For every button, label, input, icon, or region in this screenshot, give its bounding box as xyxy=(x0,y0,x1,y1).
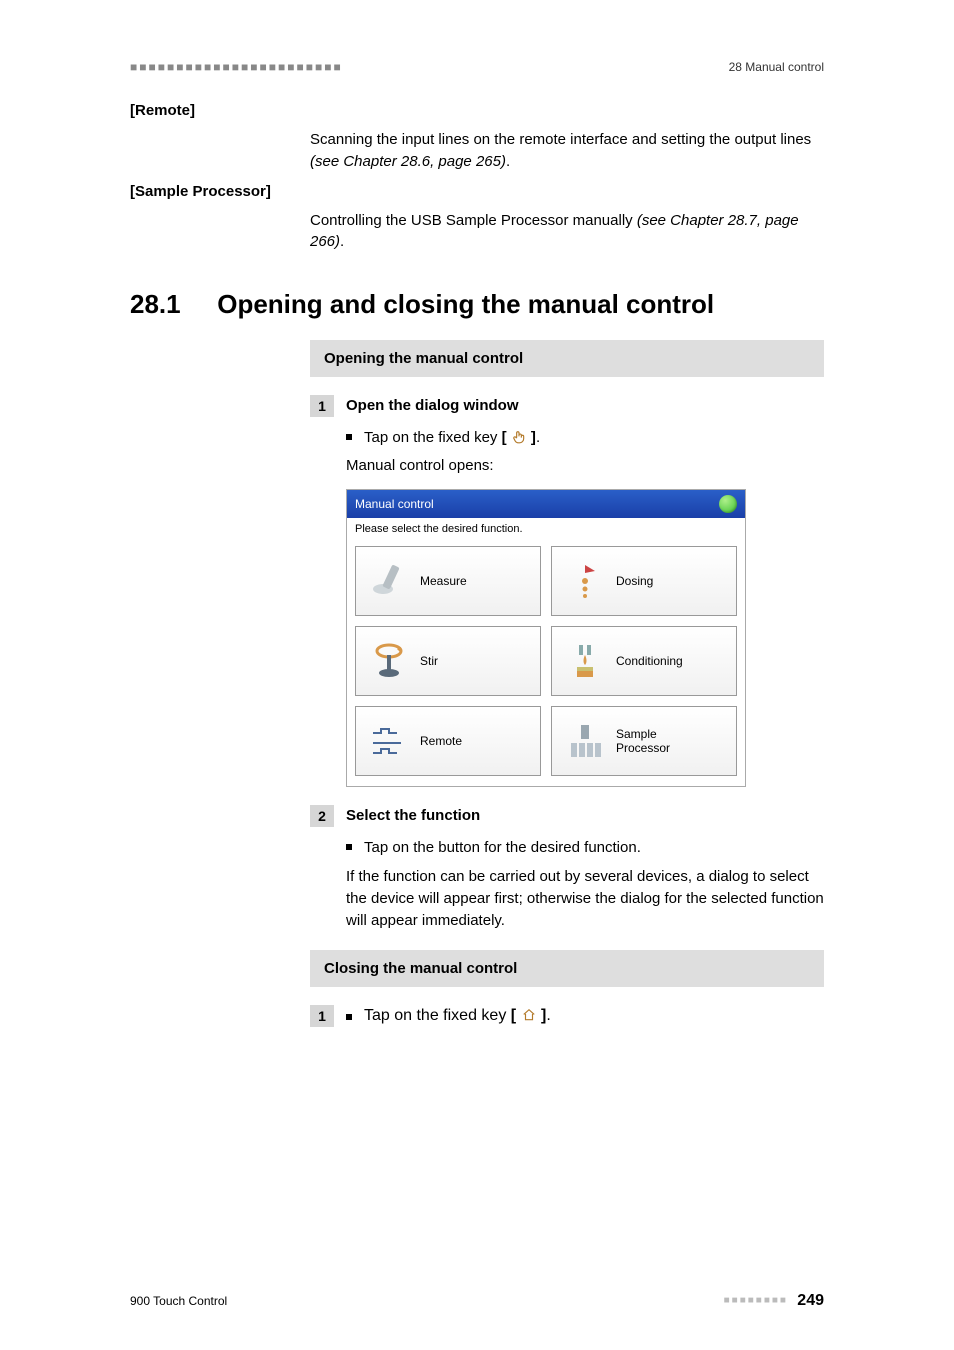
screenshot-hint: Please select the desired function. xyxy=(347,518,745,540)
footer-decor: ■■■■■■■■ xyxy=(724,1295,788,1306)
sample-processor-icon xyxy=(564,720,606,762)
definition-sample-processor: [Sample Processor] xyxy=(130,183,824,200)
bullet-icon xyxy=(346,434,352,440)
step-2-badge: 2 xyxy=(310,805,334,827)
definition-body-remote-text: Scanning the input lines on the remote i… xyxy=(310,129,824,173)
tile-stir[interactable]: Stir xyxy=(355,626,541,696)
step-2-after-text: If the function can be carried out by se… xyxy=(346,866,824,931)
header-chapter: 28 Manual control xyxy=(729,60,824,74)
stir-icon xyxy=(368,640,410,682)
tile-remote[interactable]: Remote xyxy=(355,706,541,776)
step-2-bullet: Tap on the button for the desired functi… xyxy=(346,837,824,859)
step-1-title: Open the dialog window xyxy=(346,397,519,414)
tile-measure-label: Measure xyxy=(420,574,467,588)
tile-dosing[interactable]: Dosing xyxy=(551,546,737,616)
step-1-badge: 1 xyxy=(310,395,334,417)
definition-term-sample-processor: [Sample Processor] xyxy=(130,183,310,200)
tile-remote-label: Remote xyxy=(420,734,462,748)
screenshot-titlebar: Manual control xyxy=(347,490,745,518)
step-1: 1 Open the dialog window Tap on the fixe… xyxy=(310,395,824,787)
tile-measure[interactable]: Measure xyxy=(355,546,541,616)
measure-icon xyxy=(368,560,410,602)
step-3-badge: 1 xyxy=(310,1005,334,1027)
home-icon xyxy=(521,1008,537,1022)
definition-remote: [Remote] xyxy=(130,102,824,119)
step-3: 1 Tap on the fixed key [ ]. xyxy=(310,1005,824,1031)
definition-term-remote: [Remote] xyxy=(130,102,310,119)
help-icon[interactable] xyxy=(719,495,737,513)
tile-stir-label: Stir xyxy=(420,654,438,668)
bullet-icon xyxy=(346,844,352,850)
bullet-icon xyxy=(346,1014,352,1020)
definition-remote-body-row: Scanning the input lines on the remote i… xyxy=(130,129,824,173)
definition-sample-processor-body-row: Controlling the USB Sample Processor man… xyxy=(130,210,824,254)
step-1-bullet: Tap on the fixed key [ ]. xyxy=(346,427,824,449)
screenshot-title: Manual control xyxy=(355,497,434,511)
tile-conditioning-label: Conditioning xyxy=(616,654,683,668)
tile-conditioning[interactable]: Conditioning xyxy=(551,626,737,696)
header-decor: ■■■■■■■■■■■■■■■■■■■■■■■ xyxy=(130,60,343,74)
tile-sample-processor-label: Sample Processor xyxy=(616,727,670,755)
remote-icon xyxy=(368,720,410,762)
page-footer: 900 Touch Control ■■■■■■■■ 249 xyxy=(130,1292,824,1310)
step-1-after-text: Manual control opens: xyxy=(346,455,824,477)
section-band-closing: Closing the manual control xyxy=(310,950,824,987)
manual-control-screenshot: Manual control Please select the desired… xyxy=(346,489,746,787)
page-number: 249 xyxy=(797,1292,824,1309)
hand-icon xyxy=(511,429,527,443)
tile-sample-processor[interactable]: Sample Processor xyxy=(551,706,737,776)
chapter-number: 28.1 xyxy=(130,289,210,320)
page-header: ■■■■■■■■■■■■■■■■■■■■■■■ 28 Manual contro… xyxy=(130,60,824,78)
definition-body-sample-processor-text: Controlling the USB Sample Processor man… xyxy=(310,210,824,254)
definition-body-remote xyxy=(310,102,824,119)
conditioning-icon xyxy=(564,640,606,682)
step-3-bullet: Tap on the fixed key [ ]. xyxy=(346,1007,551,1025)
step-2-title: Select the function xyxy=(346,807,480,824)
dosing-icon xyxy=(564,560,606,602)
step-2: 2 Select the function Tap on the button … xyxy=(310,805,824,932)
chapter-heading: 28.1 Opening and closing the manual cont… xyxy=(130,289,824,320)
tile-dosing-label: Dosing xyxy=(616,574,653,588)
chapter-title-text: Opening and closing the manual control xyxy=(217,289,714,319)
footer-product: 900 Touch Control xyxy=(130,1294,227,1308)
section-band-opening: Opening the manual control xyxy=(310,340,824,377)
